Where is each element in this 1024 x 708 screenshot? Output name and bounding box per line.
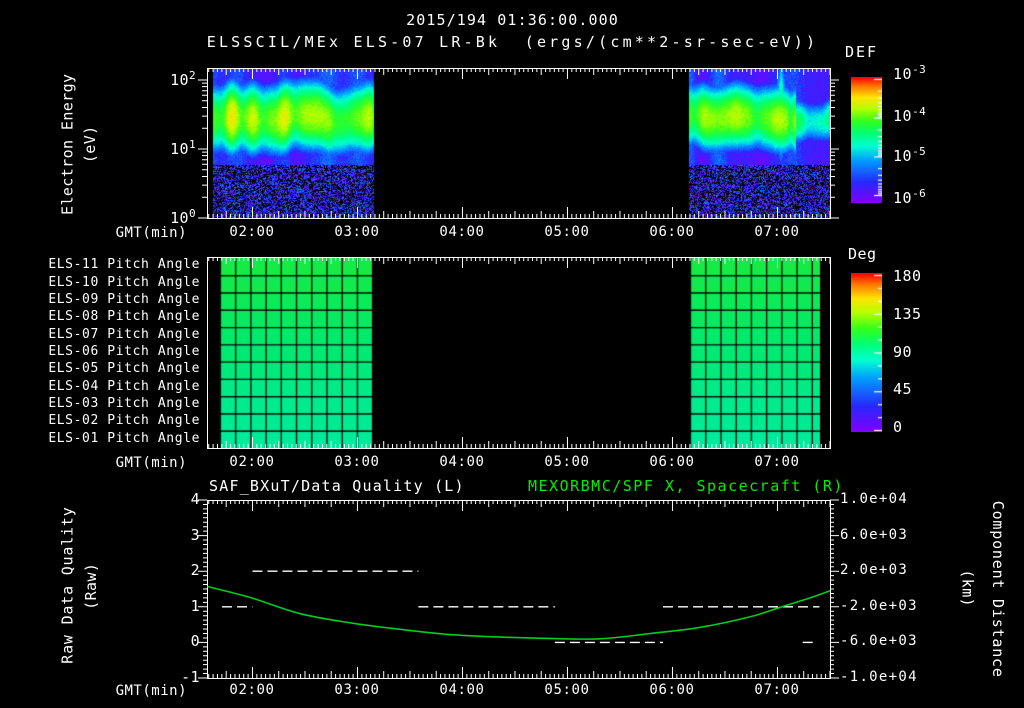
time-tick-label: 05:00	[544, 682, 590, 698]
quality-axis-ticks	[198, 499, 839, 679]
spectrogram-frame	[207, 68, 831, 219]
time-tick-label: 04:00	[439, 454, 485, 470]
time-tick-label: 05:00	[544, 454, 590, 470]
energy-tick-label: 101	[170, 138, 196, 158]
quality-tick-label: 4	[190, 490, 200, 508]
gmt-label-top: GMT(min)	[115, 225, 187, 241]
deg-tick-label: 0	[893, 418, 903, 436]
time-tick-label: 06:00	[649, 682, 695, 698]
energy-tick-label: 100	[170, 207, 196, 227]
energy-tick-label: 102	[170, 69, 196, 89]
quality-y-axis-label: Raw Data Quality	[58, 506, 77, 664]
x-axis-ticks	[208, 68, 831, 218]
page-title: 2015/194 01:36:00.000	[406, 11, 619, 29]
distance-tick-label: -2.0e+03	[840, 597, 918, 614]
quality-tick-label: 1	[190, 596, 200, 615]
quality-tick-label: 3	[190, 525, 200, 544]
distance-tick-label: 1.0e+04	[840, 491, 909, 507]
pitch-row-label: ELS-02 Pitch Angle	[48, 413, 200, 429]
quality-tick-label: 2	[190, 561, 200, 580]
gmt-label-bottom: GMT(min)	[115, 683, 187, 699]
x-axis-ticks	[208, 257, 831, 448]
pitch-row-label: ELS-03 Pitch Angle	[48, 396, 200, 412]
def-tick-label: 10-6	[893, 187, 927, 207]
time-tick-label: 06:00	[649, 224, 695, 240]
pitch-row-label: ELS-04 Pitch Angle	[48, 378, 200, 394]
quality-tick-label: -1	[181, 668, 200, 686]
time-tick-label: 03:00	[334, 224, 380, 240]
deg-tick-label: 90	[893, 342, 913, 361]
def-tick-label: 10-5	[893, 145, 927, 165]
plot-page: 2015/194 01:36:00.000 ELSSCIL/MEx ELS-07…	[0, 0, 1024, 708]
time-tick-label: 03:00	[334, 454, 380, 470]
def-tick-label: 10-3	[893, 63, 927, 83]
pitch-frame	[207, 257, 831, 449]
spectrogram-y-axis-unit: (eV)	[80, 125, 99, 164]
quality-y-axis-unit: (Raw)	[81, 562, 100, 610]
deg-tick-label: 45	[893, 380, 913, 399]
pitch-row-label: ELS-01 Pitch Angle	[48, 430, 200, 446]
pitch-row-label: ELS-08 Pitch Angle	[48, 309, 200, 325]
time-tick-label: 04:00	[439, 224, 485, 240]
time-tick-label: 05:00	[544, 224, 590, 240]
distance-tick-label: -6.0e+03	[840, 633, 918, 650]
time-tick-label: 03:00	[334, 682, 380, 698]
quality-frame	[207, 500, 831, 679]
time-tick-label: 02:00	[229, 224, 275, 240]
distance-tick-label: 6.0e+03	[840, 526, 909, 543]
pitch-row-label: ELS-06 Pitch Angle	[48, 344, 200, 359]
time-tick-label: 02:00	[229, 454, 275, 470]
x-axis-ticks	[208, 500, 831, 678]
quality-title-left: SAF_BXuT/Data Quality (L)	[209, 477, 465, 495]
gmt-label-middle: GMT(min)	[115, 455, 187, 471]
pitch-row-label: ELS-05 Pitch Angle	[48, 361, 200, 377]
pitch-row-label: ELS-10 Pitch Angle	[48, 274, 200, 290]
deg-colorbar-title: Deg	[848, 245, 877, 263]
time-tick-label: 02:00	[229, 682, 275, 698]
distance-tick-label: 2.0e+03	[840, 562, 909, 579]
spacecraft-distance-curve	[207, 585, 831, 640]
time-tick-label: 07:00	[754, 224, 800, 240]
quality-tick-label: 0	[190, 632, 200, 651]
deg-tick-label: 180	[893, 267, 922, 285]
def-tick-label: 10-4	[893, 105, 927, 125]
pitch-row-label: ELS-11 Pitch Angle	[48, 257, 200, 273]
quality-title-right: MEXORBMC/SPF X, Spacecraft (R)	[528, 477, 844, 495]
def-colorbar-title: DEF	[845, 43, 879, 61]
time-tick-label: 07:00	[754, 454, 800, 470]
pitch-row-label: ELS-09 Pitch Angle	[48, 291, 200, 307]
time-tick-label: 04:00	[439, 682, 485, 698]
deg-tick-label: 135	[893, 304, 922, 323]
distance-y-axis-label: Component Distance	[988, 500, 1007, 678]
time-tick-label: 07:00	[754, 682, 800, 698]
time-tick-label: 06:00	[649, 454, 695, 470]
distance-y-axis-unit: (km)	[958, 569, 977, 608]
page-subtitle: ELSSCIL/MEx ELS-07 LR-Bk (ergs/(cm**2-sr…	[206, 33, 819, 51]
spectrogram-y-axis-label: Electron Energy	[58, 73, 77, 215]
energy-axis-ticks	[198, 79, 839, 219]
distance-tick-label: -1.0e+04	[840, 669, 918, 685]
pitch-row-label: ELS-07 Pitch Angle	[48, 326, 200, 342]
